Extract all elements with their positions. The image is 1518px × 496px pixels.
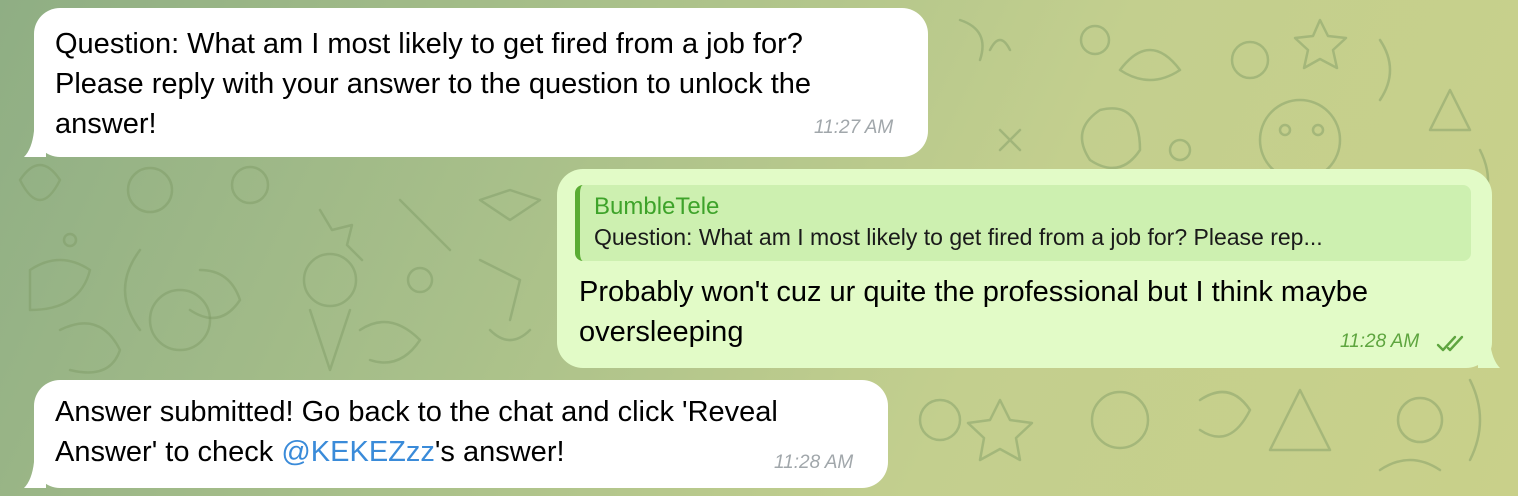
reply-snippet: Question: What am I most likely to get f… — [594, 224, 1323, 250]
bubble-tail — [24, 131, 46, 157]
incoming-message-question[interactable]: Question: What am I most likely to get f… — [34, 8, 928, 157]
bubble-tail — [24, 462, 46, 488]
message-text: Question: What am I most likely to get f… — [55, 28, 812, 140]
message-timestamp: 11:28 AM — [774, 452, 854, 473]
message-timestamp: 11:27 AM — [814, 117, 894, 138]
double-check-icon — [1436, 335, 1464, 352]
outgoing-message-reply[interactable]: BumbleTele Question: What am I most like… — [557, 169, 1492, 368]
bubble-tail — [1478, 342, 1500, 368]
message-timestamp: 11:28 AM — [1340, 331, 1420, 352]
message-text: Answer submitted! Go back to the chat an… — [55, 392, 868, 472]
reply-quote[interactable]: BumbleTele Question: What am I most like… — [575, 185, 1471, 261]
user-mention-link[interactable]: @KEKEZzz — [281, 436, 435, 468]
incoming-message-confirmation[interactable]: Answer submitted! Go back to the chat an… — [34, 380, 888, 488]
message-text-part: 's answer! — [434, 436, 565, 468]
reply-sender-name: BumbleTele — [594, 193, 720, 220]
